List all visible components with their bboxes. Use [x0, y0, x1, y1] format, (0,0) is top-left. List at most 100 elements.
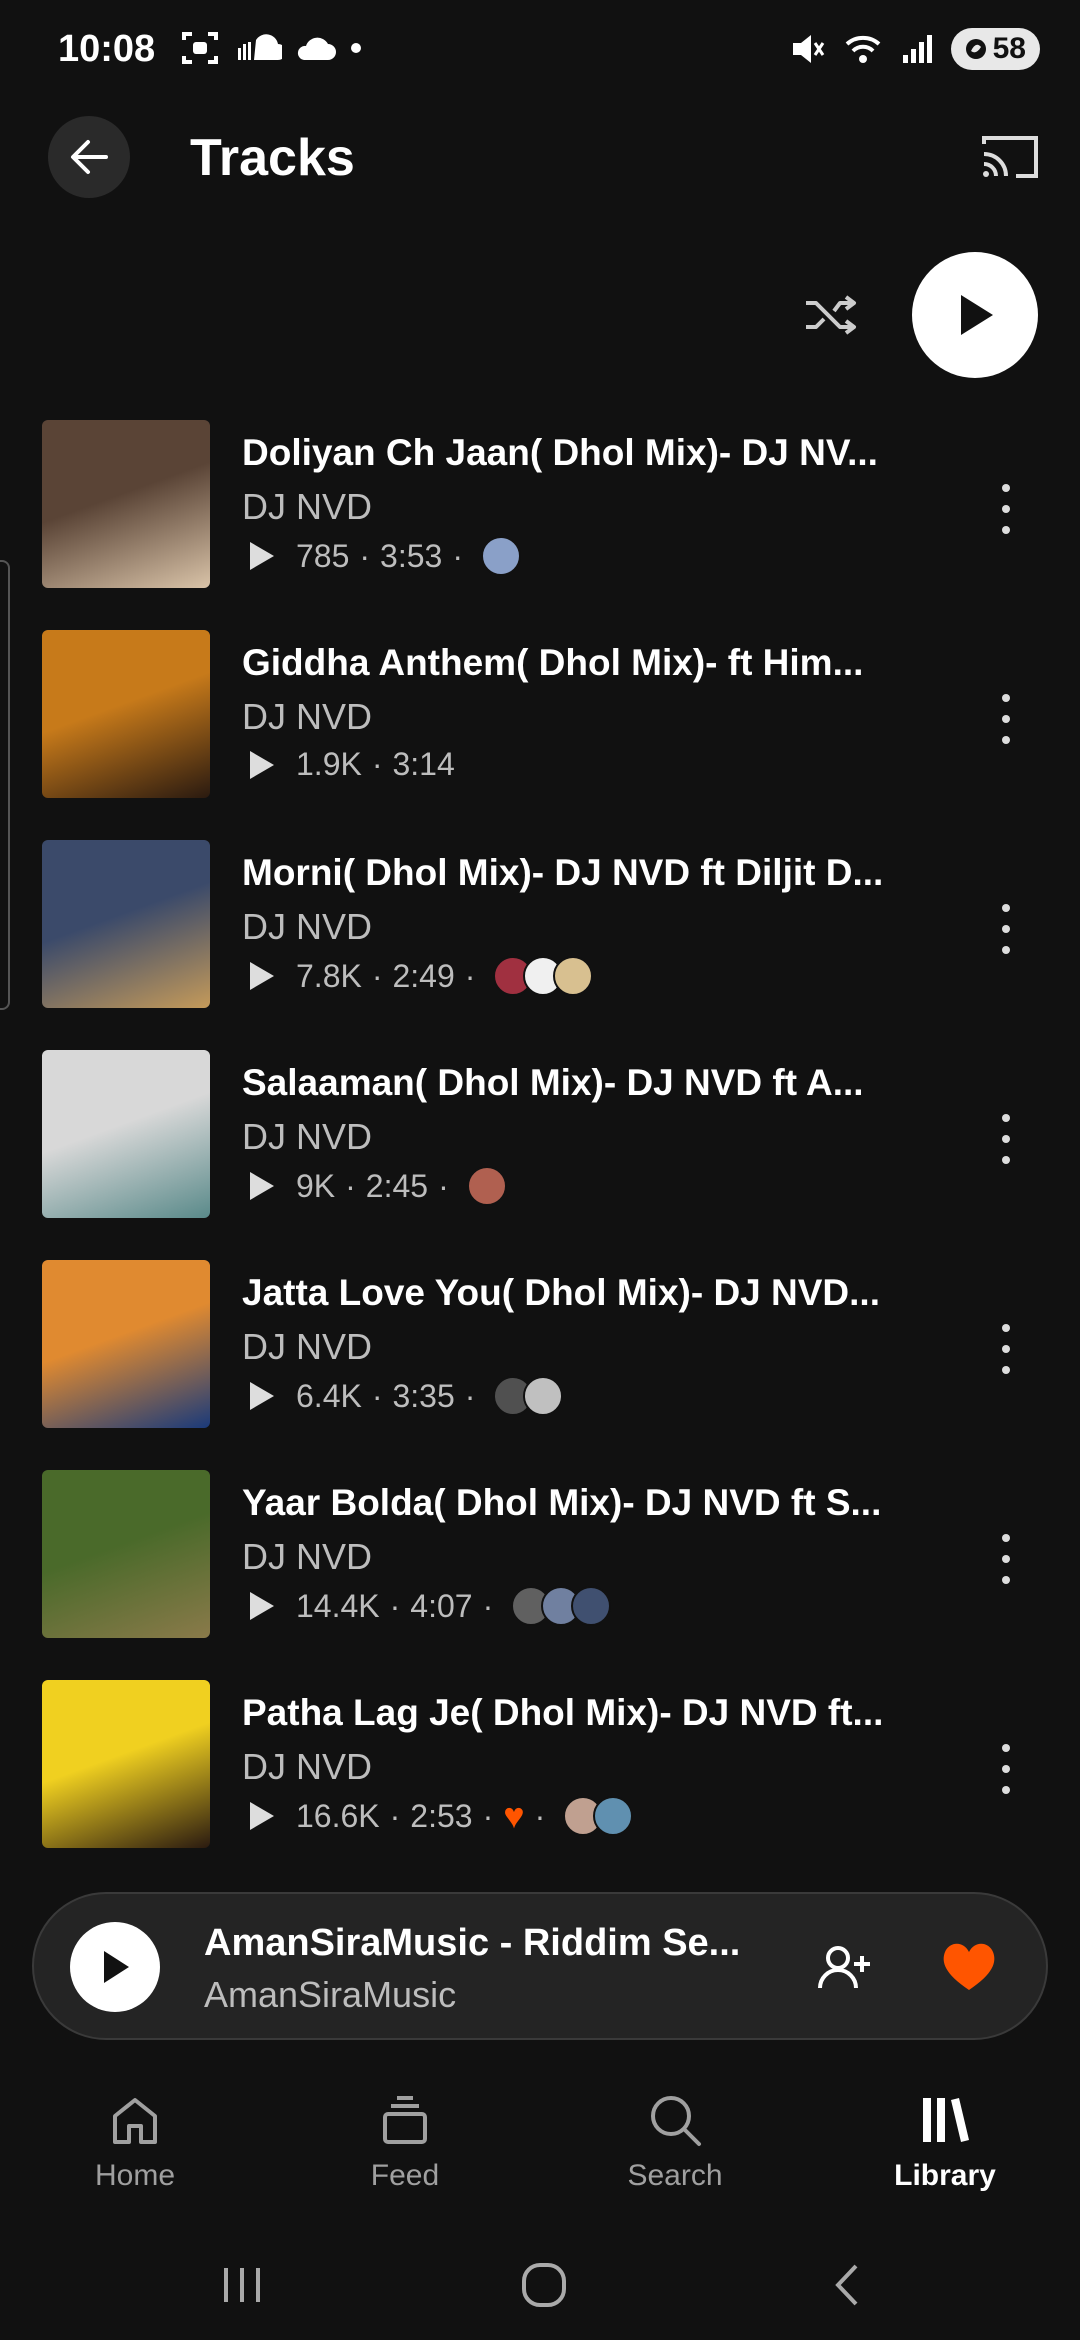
- separator: ·: [389, 1587, 401, 1624]
- track-row[interactable]: Yaar Bolda( Dhol Mix)- DJ NVD ft S... DJ …: [0, 1470, 1080, 1640]
- track-meta: 7.8K · 2:49 ·: [250, 956, 594, 996]
- track-artist: DJ NVD: [242, 1116, 373, 1157]
- track-meta: 785 · 3:53 ·: [250, 536, 521, 576]
- mini-player[interactable]: AmanSiraMusic - Riddim Se... AmanSiraMus…: [32, 1892, 1048, 2040]
- recents-button[interactable]: [212, 2260, 272, 2310]
- library-icon: [923, 2098, 969, 2142]
- track-artwork: [42, 840, 210, 1008]
- track-artwork: [42, 1680, 210, 1848]
- track-artist: DJ NVD: [242, 1536, 373, 1577]
- play-count: 1.9K: [296, 746, 362, 782]
- nav-home[interactable]: Home: [35, 2090, 235, 2193]
- track-artwork: [42, 1470, 210, 1638]
- arrow-left-icon: [71, 140, 108, 174]
- track-row[interactable]: Salaaman( Dhol Mix)- DJ NVD ft A... DJ NV…: [0, 1050, 1080, 1220]
- more-dot-icon: [1002, 925, 1010, 933]
- more-options-button[interactable]: [988, 484, 1024, 534]
- system-navigation-bar: [0, 2230, 1080, 2340]
- separator: ·: [371, 957, 383, 994]
- track-row[interactable]: Patha Lag Je( Dhol Mix)- DJ NVD ft... DJ …: [0, 1680, 1080, 1850]
- like-button[interactable]: [939, 1938, 999, 1998]
- separator: ·: [452, 537, 463, 574]
- nav-library[interactable]: Library: [845, 2090, 1045, 2193]
- more-options-button[interactable]: [988, 1744, 1024, 1794]
- track-artwork: [42, 420, 210, 588]
- more-dot-icon: [1002, 1765, 1010, 1773]
- separator: ·: [464, 957, 476, 994]
- track-artwork: [42, 1050, 210, 1218]
- track-row[interactable]: Doliyan Ch Jaan( Dhol Mix)- DJ NV... DJ N…: [0, 420, 1080, 590]
- back-button[interactable]: [48, 116, 130, 198]
- play-icon: [961, 295, 993, 335]
- play-count: 7.8K: [296, 957, 362, 994]
- more-dot-icon: [1002, 1786, 1010, 1794]
- track-title: Jatta Love You( Dhol Mix)- DJ NVD...: [242, 1272, 880, 1313]
- reposter-avatars: [480, 536, 521, 576]
- add-user-icon: [818, 1946, 870, 1989]
- separator: ·: [438, 1167, 449, 1204]
- reposter-avatars: [563, 1796, 634, 1836]
- separator: ·: [359, 537, 371, 574]
- battery-indicator: 58: [950, 28, 1040, 70]
- status-bar: 10:08 58: [0, 0, 1080, 100]
- track-artist: DJ NVD: [242, 1326, 373, 1367]
- mini-player-play-button[interactable]: [70, 1922, 160, 2012]
- more-dot-icon: [1002, 1156, 1010, 1164]
- more-dot-icon: [1002, 736, 1010, 744]
- separator: ·: [482, 1587, 494, 1624]
- play-count-icon: [250, 542, 274, 570]
- chevron-left-icon: [835, 2264, 858, 2306]
- follow-button[interactable]: [814, 1938, 874, 1998]
- track-artwork: [42, 630, 210, 798]
- track-duration: 4:07: [410, 1587, 473, 1624]
- more-dot-icon: [1002, 1324, 1010, 1332]
- track-artist: DJ NVD: [242, 906, 373, 947]
- more-dot-icon: [1002, 946, 1010, 954]
- more-options-button[interactable]: [988, 1534, 1024, 1584]
- track-title: Doliyan Ch Jaan( Dhol Mix)- DJ NV...: [242, 432, 878, 473]
- shuffle-icon: [806, 295, 856, 335]
- avatar: [523, 1376, 564, 1416]
- system-back-button[interactable]: [818, 2260, 878, 2310]
- avatar: [553, 956, 594, 996]
- more-options-button[interactable]: [988, 904, 1024, 954]
- more-dot-icon: [1002, 526, 1010, 534]
- search-icon: [651, 2096, 701, 2146]
- cast-button[interactable]: [980, 132, 1040, 182]
- signal-icon: [902, 35, 932, 63]
- more-dot-icon: [1002, 1114, 1010, 1122]
- more-options-button[interactable]: [988, 1324, 1024, 1374]
- wifi-icon: [845, 35, 880, 63]
- mute-icon: [792, 35, 824, 63]
- track-title: Salaaman( Dhol Mix)- DJ NVD ft A...: [242, 1062, 864, 1103]
- nav-feed[interactable]: Feed: [305, 2090, 505, 2193]
- more-dot-icon: [1002, 1744, 1010, 1752]
- more-dot-icon: [1002, 1576, 1010, 1584]
- track-meta: 16.6K · 2:53 · ♥ ·: [250, 1796, 634, 1836]
- mini-player-artist: AmanSiraMusic: [204, 1974, 457, 2015]
- track-duration: 3:53: [380, 537, 443, 574]
- more-options-button[interactable]: [988, 1114, 1024, 1164]
- track-duration: 2:45: [365, 1167, 429, 1204]
- track-row[interactable]: Morni( Dhol Mix)- DJ NVD ft Diljit D... D…: [0, 840, 1080, 1010]
- status-left-icons: [180, 30, 362, 66]
- track-row[interactable]: Giddha Anthem( Dhol Mix)- ft Him... DJ NV…: [0, 630, 1080, 800]
- track-duration: 2:53: [410, 1797, 473, 1834]
- track-row[interactable]: Jatta Love You( Dhol Mix)- DJ NVD... DJ N…: [0, 1260, 1080, 1430]
- shuffle-button[interactable]: [800, 285, 860, 345]
- track-artist: DJ NVD: [242, 696, 373, 737]
- header: Tracks: [0, 112, 1080, 212]
- play-all-button[interactable]: [912, 252, 1038, 378]
- reposter-avatars: [511, 1586, 612, 1626]
- home-button[interactable]: [514, 2260, 574, 2310]
- more-dot-icon: [1002, 1534, 1010, 1542]
- nav-search[interactable]: Search: [575, 2090, 775, 2193]
- more-dot-icon: [1002, 1555, 1010, 1563]
- track-title: Morni( Dhol Mix)- DJ NVD ft Diljit D...: [242, 852, 884, 893]
- separator: ·: [345, 1167, 356, 1204]
- nav-search-label: Search: [627, 2159, 723, 2192]
- more-options-button[interactable]: [988, 694, 1024, 744]
- nav-library-label: Library: [894, 2159, 996, 2192]
- feed-icon: [383, 2096, 427, 2144]
- separator: ·: [371, 1377, 383, 1414]
